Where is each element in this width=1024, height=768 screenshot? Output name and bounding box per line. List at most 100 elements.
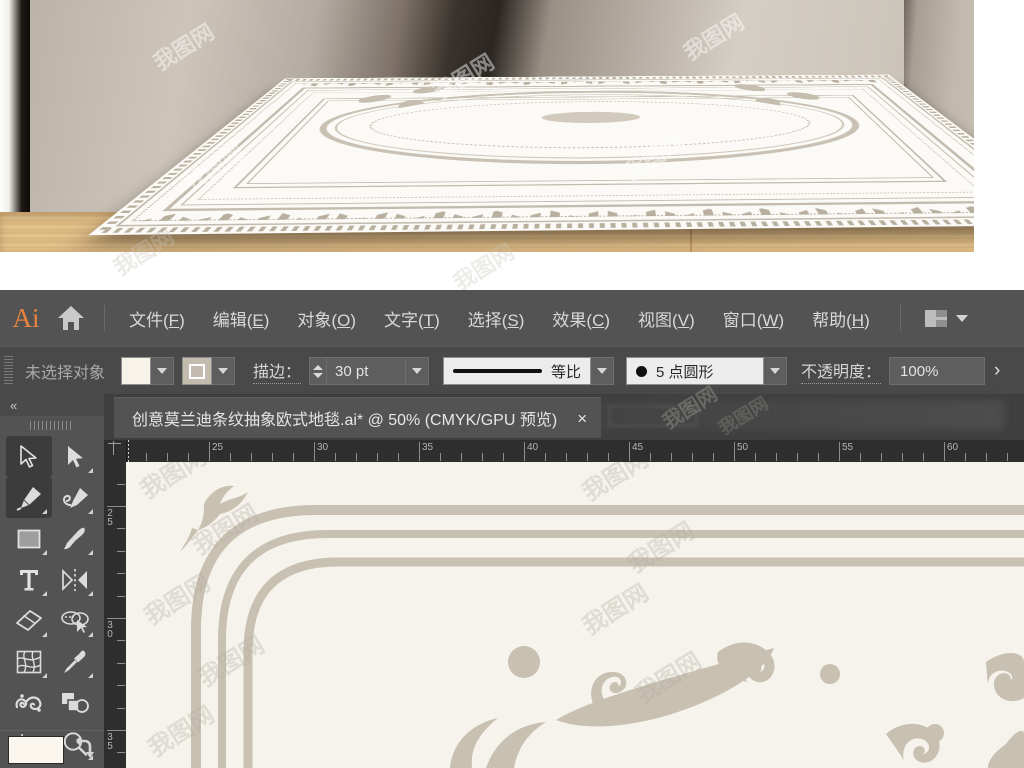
ruler-major-tick <box>839 442 840 461</box>
menu-view[interactable]: 视图(V) <box>624 302 709 335</box>
ruler-minor-tick <box>117 573 125 575</box>
ruler-minor-tick <box>167 453 168 461</box>
stroke-weight-field[interactable]: 30 pt <box>326 357 407 385</box>
stroke-weight-dropdown[interactable] <box>406 357 430 385</box>
brush-definition-label: 5 点圆形 <box>656 363 714 381</box>
curvature-tool[interactable] <box>52 477 98 518</box>
ruler-minor-tick <box>117 685 125 687</box>
ruler-major-tick <box>524 442 525 461</box>
ruler-minor-tick <box>251 453 252 461</box>
ruler-minor-tick <box>398 453 399 461</box>
rectangle-tool[interactable] <box>6 518 52 559</box>
ruler-label: 50 <box>737 442 749 453</box>
tool-flyout-indicator <box>42 673 47 678</box>
stroke-color-swatch[interactable] <box>182 357 213 385</box>
chevron-down-icon <box>157 368 168 374</box>
menu-help[interactable]: 帮助(H) <box>798 302 884 335</box>
ruler-minor-tick <box>713 453 714 461</box>
ruler-minor-tick <box>117 528 125 530</box>
brush-definition-dropdown[interactable] <box>764 357 788 385</box>
opacity-field[interactable]: 100% <box>889 357 986 385</box>
fill-stroke-swatch[interactable] <box>8 735 64 764</box>
ruler-minor-tick <box>545 453 546 461</box>
swap-fill-stroke-icon[interactable] <box>70 737 94 762</box>
fill-color-swatch[interactable] <box>121 357 152 385</box>
ruler-label: 25 <box>212 442 224 453</box>
menu-object[interactable]: 对象(O) <box>283 302 370 335</box>
type-tool[interactable] <box>6 559 52 600</box>
stroke-profile-combo[interactable]: 等比 <box>443 357 592 385</box>
ruler-label: 40 <box>527 442 539 453</box>
menu-file[interactable]: 文件(F) <box>115 302 199 335</box>
stroke-dropdown-button[interactable] <box>212 357 236 385</box>
ruler-major-tick <box>209 442 210 461</box>
tools-panel-footer <box>0 730 104 768</box>
ruler-minor-tick <box>986 453 987 461</box>
control-bar-grip[interactable] <box>4 356 13 386</box>
ruler-label: 35 <box>422 442 434 453</box>
mockup-photo: 我图网 我图网 我图网 我图网 我图网 我图网 我图网 <box>0 0 1024 290</box>
ruler-minor-tick <box>356 453 357 461</box>
home-button[interactable] <box>48 306 94 330</box>
round-brush-icon <box>636 365 648 377</box>
tools-panel-grip[interactable] <box>0 416 104 434</box>
menu-edit[interactable]: 编辑(E) <box>199 302 284 335</box>
paintbrush-tool[interactable] <box>52 518 98 559</box>
selection-tool[interactable] <box>6 436 52 477</box>
ruler-minor-tick <box>146 453 147 461</box>
stroke-swatch-group <box>182 357 236 385</box>
ruler-minor-tick <box>881 453 882 461</box>
artwork <box>126 462 1024 768</box>
artboard-shapes-tool[interactable] <box>52 682 98 723</box>
stroke-weight-label[interactable]: 描边： <box>253 358 302 384</box>
workspace-switcher[interactable] <box>924 309 968 327</box>
ruler-minor-tick <box>293 453 294 461</box>
menu-bar: Ai 文件(F) 编辑(E) 对象(O) 文字(T) 选择(S) 效果(C) 视… <box>0 290 1024 346</box>
tool-flyout-indicator <box>42 632 47 637</box>
horizontal-ruler[interactable]: 25 30 35 40 45 50 55 60 <box>104 440 1024 463</box>
tool-flyout-indicator <box>42 509 47 514</box>
eyedropper-tool[interactable] <box>52 641 98 682</box>
ruler-major-tick <box>107 730 126 731</box>
menu-effect[interactable]: 效果(C) <box>538 302 624 335</box>
ruler-guide-marker <box>128 440 129 462</box>
stroke-profile-dropdown[interactable] <box>591 357 615 385</box>
ruler-origin-box[interactable] <box>104 440 126 462</box>
eraser-tool[interactable] <box>6 600 52 641</box>
tool-flyout-indicator <box>88 509 93 514</box>
control-bar-overflow-icon[interactable]: › <box>994 360 1000 382</box>
ruler-minor-tick <box>482 453 483 461</box>
direct-selection-tool[interactable] <box>52 436 98 477</box>
menu-type[interactable]: 文字(T) <box>370 302 454 335</box>
symbol-sprayer-tool[interactable] <box>6 682 52 723</box>
menu-select[interactable]: 选择(S) <box>454 302 539 335</box>
fill-dropdown-button[interactable] <box>151 357 175 385</box>
opacity-label[interactable]: 不透明度： <box>801 358 882 384</box>
stroke-profile-label: 等比 <box>551 363 582 381</box>
menu-window[interactable]: 窗口(W) <box>709 302 798 335</box>
document-tab[interactable]: 创意莫兰迪条纹抽象欧式地毯.ai* @ 50% (CMYK/GPU 预览) × <box>114 397 602 438</box>
ruler-major-tick <box>734 442 735 461</box>
ruler-minor-tick <box>1007 453 1008 461</box>
close-icon[interactable]: × <box>577 410 587 427</box>
vertical-ruler[interactable]: 25 30 35 <box>104 440 127 768</box>
ai-logo: Ai <box>12 302 40 333</box>
tools-panel-header[interactable]: « <box>0 394 104 416</box>
ruler-label: 25 <box>107 508 113 528</box>
stroke-weight-stepper[interactable] <box>309 357 327 385</box>
pen-tool[interactable] <box>6 477 52 518</box>
ruler-minor-tick <box>902 453 903 461</box>
ruler-minor-tick <box>566 453 567 461</box>
tools-panel: « <box>0 394 104 768</box>
chevron-down-icon <box>955 314 968 322</box>
ruler-minor-tick <box>608 453 609 461</box>
ruler-label: 45 <box>632 442 644 453</box>
ruler-major-tick <box>314 442 315 461</box>
reflect-rotate-tool[interactable] <box>52 559 98 600</box>
brush-definition-combo[interactable]: 5 点圆形 <box>626 357 765 385</box>
shape-builder-tool[interactable] <box>52 600 98 641</box>
gradient-mesh-tool[interactable] <box>6 641 52 682</box>
ruler-major-tick <box>944 442 945 461</box>
ruler-minor-tick <box>188 453 189 461</box>
artboard-canvas[interactable]: 我图网 我图网 我图网 我图网 我图网 我图网 我图网 我图网 我图网 <box>126 462 1024 768</box>
